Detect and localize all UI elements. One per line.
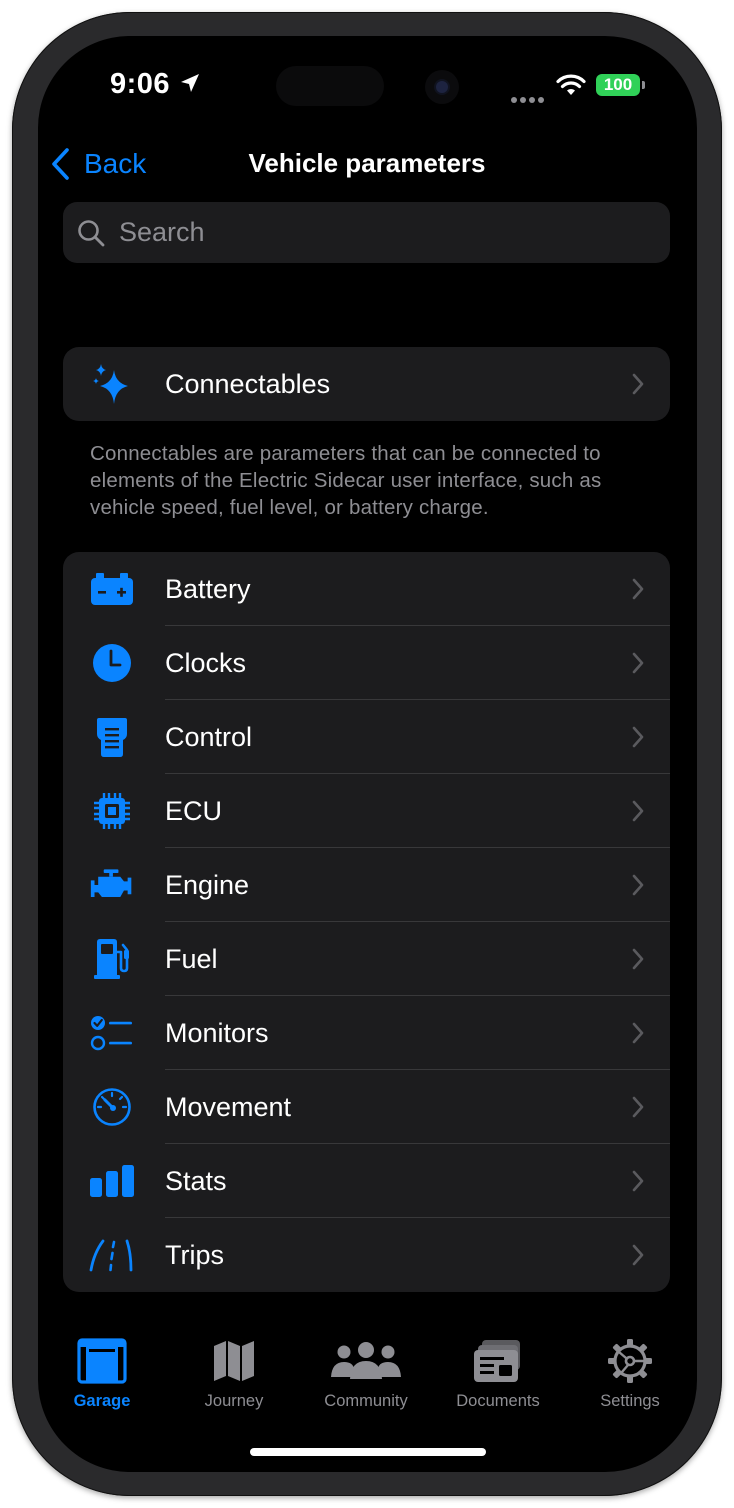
chevron-right-icon [632,373,644,395]
page-title: Vehicle parameters [248,148,486,178]
connectables-label: Connectables [165,368,331,399]
search-input[interactable] [117,216,621,249]
category-label: Monitors [165,1017,269,1048]
search-bar[interactable] [63,202,670,263]
chevron-right-icon [632,1244,644,1266]
category-label: ECU [165,795,223,826]
engine-icon [89,862,135,908]
tab-label: Garage [73,1392,131,1410]
clock-icon [89,640,135,686]
category-row-trips[interactable]: Trips [63,1218,670,1292]
tab-documents[interactable]: Documents [443,1336,553,1411]
categories-group: Battery Clocks Control ECU Engine Fuel M… [63,552,670,1292]
tab-label: Settings [600,1392,660,1410]
fuel-pump-icon [89,936,135,982]
category-row-clocks[interactable]: Clocks [63,626,670,700]
tab-label: Journey [204,1392,264,1410]
dynamic-island [276,66,384,106]
category-row-ecu[interactable]: ECU [63,774,670,848]
front-camera [425,70,459,104]
battery-indicator: 100 [596,74,645,96]
category-row-stats[interactable]: Stats [63,1144,670,1218]
category-label: Trips [165,1239,224,1270]
category-label: Battery [165,573,251,604]
speedometer-icon [89,1084,135,1130]
chevron-right-icon [632,726,644,748]
bar-chart-icon [89,1158,135,1204]
category-label: Control [165,721,253,752]
category-label: Clocks [165,647,247,678]
documents-icon [474,1340,520,1382]
cellular-signal-icon [511,90,547,108]
gear-icon [608,1339,652,1383]
tab-community[interactable]: Community [311,1336,421,1411]
tab-settings[interactable]: Settings [575,1336,685,1411]
chevron-right-icon [632,1022,644,1044]
car-battery-icon [89,566,135,612]
checklist-icon [89,1010,135,1056]
category-label: Movement [165,1091,292,1122]
people-icon [331,1342,401,1379]
tab-garage[interactable]: Garage [47,1336,157,1411]
map-icon [214,1341,254,1381]
cpu-chip-icon [89,788,135,834]
category-label: Stats [165,1165,227,1196]
connectables-footer: Connectables are parameters that can be … [90,442,602,519]
category-row-control[interactable]: Control [63,700,670,774]
chevron-right-icon [632,1170,644,1192]
category-row-battery[interactable]: Battery [63,552,670,626]
home-indicator[interactable] [250,1448,486,1456]
search-icon [78,219,105,246]
wifi-icon [556,74,586,95]
tab-label: Community [324,1392,408,1410]
sparkles-icon [89,361,135,407]
connectables-row[interactable]: Connectables [63,347,670,421]
chevron-right-icon [632,578,644,600]
chevron-right-icon [632,652,644,674]
tab-journey[interactable]: Journey [179,1336,289,1411]
category-row-fuel[interactable]: Fuel [63,922,670,996]
category-label: Fuel [165,943,218,974]
chevron-right-icon [632,800,644,822]
control-panel-icon [89,714,135,760]
location-arrow-icon [181,74,199,92]
chevron-right-icon [632,948,644,970]
category-row-monitors[interactable]: Monitors [63,996,670,1070]
garage-icon [77,1338,127,1384]
chevron-right-icon [632,874,644,896]
connectables-group: Connectables [63,347,670,421]
status-time: 9:06 [110,68,171,100]
category-row-engine[interactable]: Engine [63,848,670,922]
category-row-movement[interactable]: Movement [63,1070,670,1144]
road-lanes-icon [89,1232,135,1278]
tab-label: Documents [456,1392,540,1410]
category-label: Engine [165,869,250,900]
chevron-right-icon [632,1096,644,1118]
